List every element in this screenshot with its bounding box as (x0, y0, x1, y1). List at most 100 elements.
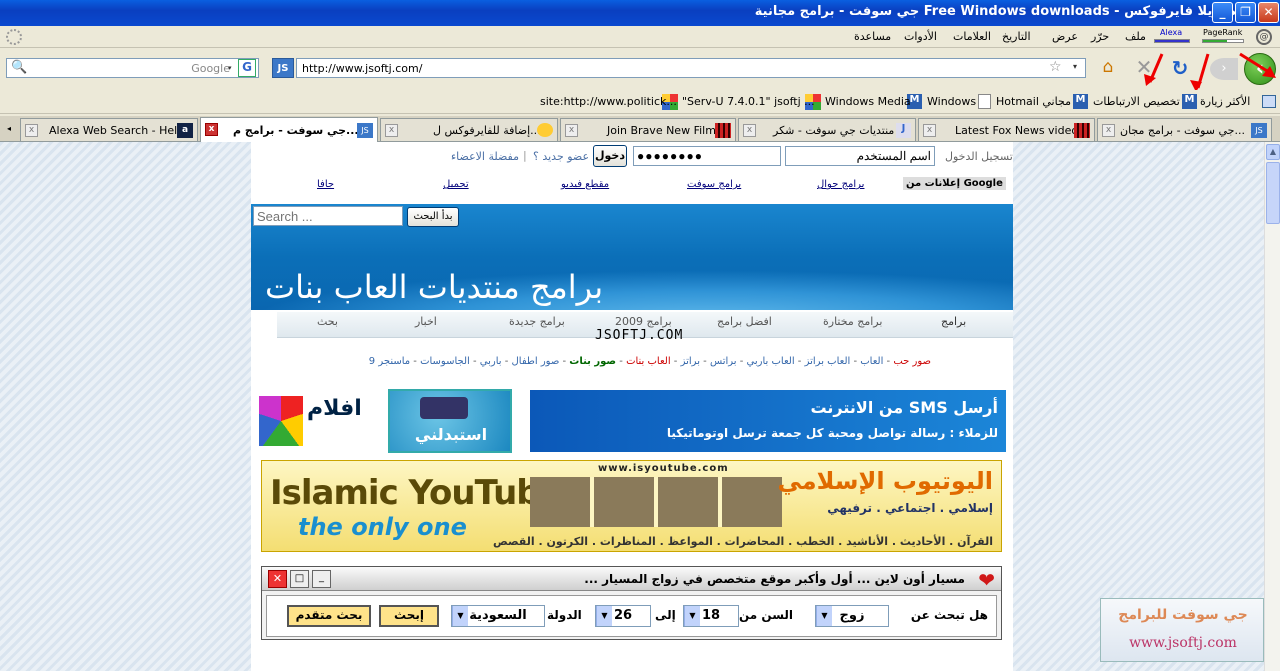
tab-alexa-help[interactable]: x Alexa Web Search - Help a (20, 118, 198, 141)
pagerank-toolbar-button[interactable]: PageRank (1200, 28, 1248, 46)
site-search-button[interactable]: بدأ البحث (407, 207, 459, 227)
addon-icon[interactable]: @ (1256, 29, 1272, 45)
link-download[interactable]: تحميل (443, 179, 469, 190)
home-icon[interactable]: ⌂ (1097, 57, 1119, 79)
age-from-select[interactable]: ▼ 18 (683, 605, 739, 627)
login-label: تسجيل الدخول (945, 150, 1013, 163)
tab-fox-news[interactable]: x Latest Fox News videos (918, 118, 1095, 141)
age-from-label: السن من (739, 608, 794, 622)
cassette-icon (420, 397, 468, 419)
tab-jsoftj-active[interactable]: x جي سوفت - برامج م... JS (200, 117, 378, 142)
login-button[interactable]: دخول (593, 145, 627, 167)
link-mobile-programs[interactable]: برامج جوال (817, 179, 864, 190)
cat-bratz[interactable]: براتز (681, 356, 700, 367)
nav-search[interactable]: بحث (317, 315, 338, 328)
widget-maximize-button[interactable]: □ (290, 570, 309, 588)
nav-best-programs[interactable]: افضل برامج (717, 315, 772, 328)
bookmark-windows[interactable]: Windows (927, 95, 976, 108)
tab-close-icon[interactable]: x (923, 124, 936, 137)
vertical-scrollbar[interactable]: ▲ (1264, 142, 1280, 671)
google-search-input[interactable]: Google 🔍 (6, 58, 259, 78)
age-to-select[interactable]: ▼ 26 (595, 605, 651, 627)
advanced-search-button[interactable]: بحث متقدم (287, 605, 371, 627)
cat-spies[interactable]: الجاسوسات (420, 356, 470, 367)
bookmark-customize-links[interactable]: تخصيص الارتباطات (1093, 95, 1180, 108)
menu-edit[interactable]: حرّر (1091, 30, 1109, 43)
close-window-button[interactable]: ✕ (1258, 2, 1279, 23)
alexa-toolbar-button[interactable]: Alexa (1152, 28, 1196, 46)
cat-barbie[interactable]: باربي (480, 356, 502, 367)
tab-close-icon[interactable]: x (205, 123, 218, 136)
search-for-select[interactable]: ▼ زوج (815, 605, 889, 627)
nav-new-programs[interactable]: برامج جديدة (509, 315, 565, 328)
url-bar[interactable]: http://www.jsoftj.com/ ☆ ▾ (296, 58, 1086, 78)
cat-kids-pics[interactable]: صور اطفال (512, 356, 560, 367)
marriage-search-button[interactable]: إبحث (379, 605, 439, 627)
search-engine-dropdown-icon[interactable]: ▾ (228, 58, 238, 78)
tab-close-icon[interactable]: x (565, 124, 578, 137)
bookmark-hotmail[interactable]: Hotmail مجاني (996, 95, 1071, 108)
link-video[interactable]: مقطع فيديو (561, 179, 609, 190)
istabdilni-ad[interactable]: استبدلني (388, 389, 512, 453)
tab-jsoftj-1[interactable]: x جي سوفت - برامج مجان... JS (1097, 118, 1272, 141)
bookmark-most-visited[interactable]: الأكثر زيارة (1200, 95, 1250, 108)
iy-subtitle-en: the only one (298, 513, 467, 541)
cat-love-pics[interactable]: صور حب (893, 356, 931, 367)
islamic-youtube-ad[interactable]: Islamic YouTube the only one www.isyoutu… (261, 460, 1002, 552)
favorites-link[interactable]: مفضلة الاعضاء (451, 150, 519, 163)
google-engine-icon[interactable]: G (238, 59, 256, 77)
alexa-favicon-icon: a (177, 123, 193, 138)
nav-programs-2009[interactable]: برامج 2009 (615, 315, 672, 328)
menu-tools[interactable]: الأدوات (904, 30, 937, 43)
cat-barbie-games[interactable]: العاب باربي (747, 356, 795, 367)
cat-girls-games[interactable]: العاب بنات (626, 356, 671, 367)
cat-games[interactable]: العاب (860, 356, 883, 367)
link-soft-programs[interactable]: برامج سوفت (687, 179, 741, 190)
username-input[interactable] (785, 146, 935, 166)
link-java[interactable]: جافا (317, 179, 334, 190)
nav-programs[interactable]: برامج (941, 315, 966, 328)
cat-brats[interactable]: براتس (710, 356, 737, 367)
scroll-thumb[interactable] (1266, 162, 1280, 224)
site-name-label: JSOFTJ.COM (595, 328, 684, 343)
tab-scroll-left-icon[interactable]: ◂ (2, 121, 16, 137)
bookmark-site-search[interactable]: site:http://www.politick... (540, 95, 677, 108)
widget-minimize-button[interactable]: _ (312, 570, 331, 588)
cat-bratz-games[interactable]: العاب براتز (805, 356, 851, 367)
cat-messenger[interactable]: ماسنجر 9 (369, 356, 410, 367)
url-dropdown-icon[interactable]: ▾ (1073, 62, 1077, 71)
tab-jsoftj-forums[interactable]: x منتديات جي سوفت - شكر J (738, 118, 916, 141)
google-ads-label[interactable]: إعلانات من Google (903, 177, 1006, 190)
menu-help[interactable]: مساعدة (854, 30, 891, 43)
bookmark-serv-u[interactable]: "Serv-U 7.4.0.1" jsoftj ... (682, 95, 815, 108)
minimize-button[interactable]: _ (1212, 2, 1233, 23)
menu-view[interactable]: عرض (1052, 30, 1078, 43)
menu-bookmarks[interactable]: العلامات (953, 30, 991, 43)
tab-brave-new-films[interactable]: x Join Brave New Films (560, 118, 736, 141)
widget-close-button[interactable]: ✕ (268, 570, 287, 588)
tab-firefox-addon[interactable]: x إضافة للفايرفوكس ل... (380, 118, 558, 141)
heart-icon: ❤ (978, 568, 995, 592)
maximize-button[interactable]: ❐ (1235, 2, 1256, 23)
menu-file[interactable]: ملف (1125, 30, 1146, 43)
search-icon[interactable]: 🔍 (11, 60, 27, 75)
tab-close-icon[interactable]: x (743, 124, 756, 137)
dropdown-arrow-icon: ▼ (452, 606, 468, 626)
new-member-link[interactable]: عضو جديد ؟ (533, 150, 589, 163)
films-ad[interactable]: افلام (259, 390, 377, 452)
tab-close-icon[interactable]: x (385, 124, 398, 137)
site-search-input[interactable] (253, 206, 403, 226)
scroll-up-icon[interactable]: ▲ (1266, 144, 1280, 160)
star-icon[interactable]: ☆ (1049, 59, 1062, 75)
password-input[interactable] (633, 146, 781, 166)
title-bar: موزيلا فايرفوكس - Free Windows downloads… (0, 0, 1280, 26)
cat-girls-pics[interactable]: صور بنات (569, 356, 616, 367)
nav-news[interactable]: اخبار (415, 315, 437, 328)
tab-close-icon[interactable]: x (25, 124, 38, 137)
sms-ad-banner[interactable]: أرسل SMS من الانترنت للزملاء : رسالة توا… (530, 390, 1006, 452)
bookmark-windows-media[interactable]: Windows Media (825, 95, 911, 108)
menu-history[interactable]: التاريخ (1002, 30, 1031, 43)
country-select[interactable]: ▼ السعودية (451, 605, 545, 627)
nav-selected-programs[interactable]: برامج مختارة (823, 315, 882, 328)
tab-close-icon[interactable]: x (1102, 124, 1115, 137)
